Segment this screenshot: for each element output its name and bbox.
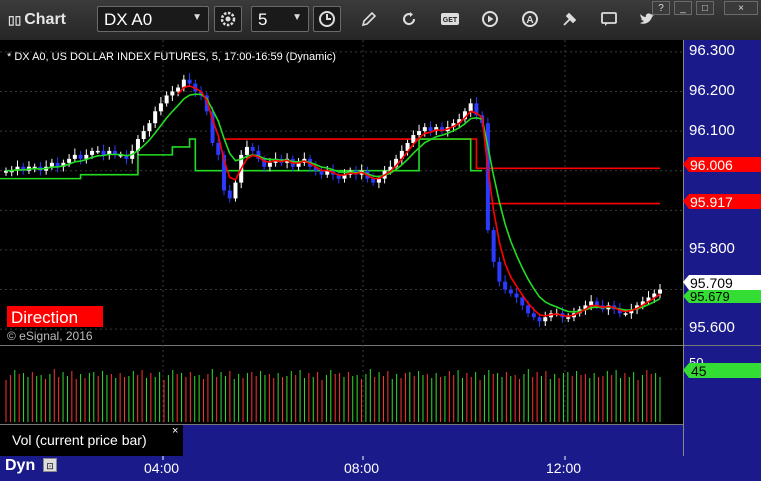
candle-body (658, 289, 662, 294)
candle-body (176, 87, 181, 92)
candle-body (623, 313, 628, 315)
candle-body (158, 103, 163, 112)
price-tag-value: 95.917 (690, 194, 733, 210)
candle-body (422, 127, 427, 132)
x-tick-label: 12:00 (546, 460, 581, 476)
copyright: © eSignal, 2016 (7, 329, 93, 343)
candle-body (101, 150, 106, 155)
minimize-button[interactable]: _ (674, 1, 692, 15)
candle-body (49, 162, 54, 167)
svg-text:GET: GET (443, 17, 458, 24)
candle-body (147, 123, 152, 132)
svg-text:A: A (526, 15, 533, 26)
candle-body (244, 146, 249, 155)
lock-icon[interactable]: ⊡ (43, 458, 57, 472)
candle-body (526, 305, 531, 314)
x-tick-label: 04:00 (144, 460, 179, 476)
candle-body (170, 91, 175, 96)
price-tag-value: 96.006 (690, 157, 733, 173)
candle-body (67, 158, 72, 163)
y-tick-label: 96.100 (689, 122, 735, 139)
volume-value: 45 (691, 363, 707, 379)
close-glyph: × (738, 3, 744, 14)
candle-body (233, 182, 238, 199)
chart-window: ▯▯ Chart DX A0 ▼ 5 ▼ GET A ? _ □ × 96.30… (0, 0, 761, 481)
chat-icon[interactable] (595, 6, 623, 32)
candle-body (520, 297, 525, 306)
y-tick-label: 95.800 (689, 240, 735, 257)
candle-body (514, 293, 519, 298)
tools-icon[interactable] (556, 6, 584, 32)
symbol-value: DX A0 (104, 10, 153, 29)
x-tick-label: 08:00 (344, 460, 379, 476)
candle-body (537, 317, 542, 322)
chart-area[interactable]: 96.300 96.200 96.100 95.800 95.600 96.00… (0, 40, 761, 481)
candle-body (503, 281, 508, 290)
get-icon[interactable]: GET (436, 6, 464, 32)
candle-body (72, 154, 77, 159)
interval-input[interactable]: 5 ▼ (251, 6, 309, 32)
candle-body (227, 190, 232, 199)
refresh-icon[interactable] (395, 6, 423, 32)
candle-body (90, 150, 95, 155)
grip-icon[interactable]: ▯▯ (8, 13, 21, 27)
alert-icon[interactable]: A (516, 6, 544, 32)
time-axis[interactable] (0, 456, 761, 481)
window-title[interactable]: ▯▯ Chart (8, 11, 66, 29)
candle-body (267, 162, 272, 167)
price-panel[interactable] (0, 40, 683, 345)
candle-body (250, 146, 255, 151)
play-icon[interactable] (476, 6, 504, 32)
settings-icon[interactable] (214, 6, 242, 32)
candle-body (531, 313, 536, 318)
volume-label-strip (183, 424, 683, 456)
candle-body (187, 79, 192, 84)
volume-close-button[interactable]: × (172, 425, 178, 437)
candle-body (543, 317, 548, 322)
volume-label: Vol (current price bar) (12, 432, 147, 448)
y-tick-label: 96.300 (689, 42, 735, 59)
help-button[interactable]: ? (652, 1, 670, 15)
candle-body (468, 103, 473, 112)
help-glyph: ? (658, 3, 664, 14)
clock-icon[interactable] (313, 6, 341, 32)
interval-value: 5 (258, 10, 268, 29)
candle-body (491, 230, 496, 262)
chart-header: * DX A0, US DOLLAR INDEX FUTURES, 5, 17:… (7, 51, 336, 63)
candle-body (566, 317, 571, 319)
volume-label-axis-strip (683, 424, 761, 456)
candle-body (78, 154, 83, 159)
y-tick-label: 95.600 (689, 319, 735, 336)
chevron-down-icon[interactable]: ▼ (192, 12, 202, 23)
candle-body (141, 131, 146, 140)
chevron-down-icon[interactable]: ▼ (292, 12, 302, 23)
direction-label: Direction (11, 308, 78, 327)
candle-body (153, 111, 158, 124)
pencil-icon[interactable] (355, 6, 383, 32)
candle-body (589, 301, 594, 306)
candle-body (319, 170, 324, 175)
y-tick-label: 96.200 (689, 82, 735, 99)
close-button[interactable]: × (724, 1, 758, 15)
price-tag-value: 95.679 (690, 289, 730, 304)
maximize-glyph: □ (701, 3, 709, 14)
dynamic-mode-label[interactable]: Dyn (5, 457, 35, 475)
window-title-text: Chart (24, 11, 66, 28)
minimize-glyph: _ (680, 3, 686, 14)
symbol-input[interactable]: DX A0 ▼ (97, 6, 209, 32)
candle-body (164, 95, 169, 104)
candle-body (508, 289, 513, 294)
candle-body (417, 131, 422, 136)
candle-body (428, 127, 433, 132)
candle-body (95, 150, 100, 153)
toolbar: ▯▯ Chart DX A0 ▼ 5 ▼ GET A ? _ □ × (0, 0, 761, 41)
candle-body (497, 261, 502, 282)
maximize-button[interactable]: □ (696, 1, 714, 15)
candle-body (594, 301, 599, 306)
